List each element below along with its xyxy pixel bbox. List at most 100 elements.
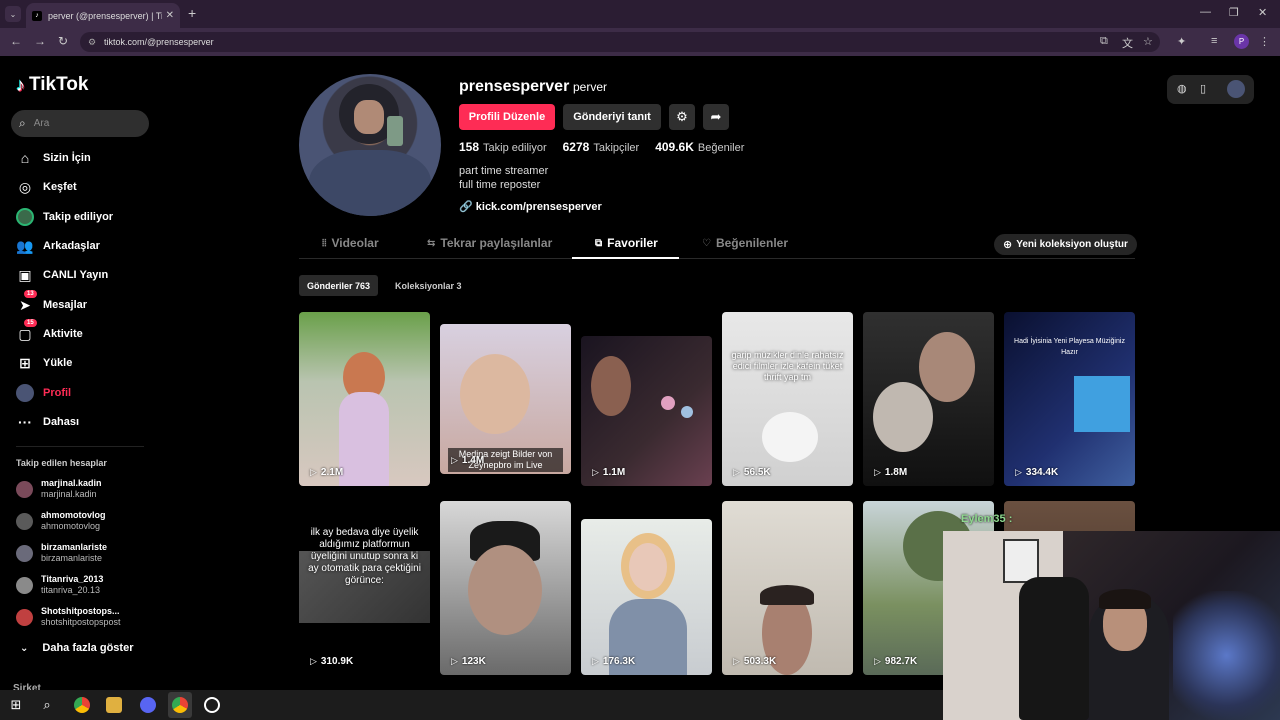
site-info-icon[interactable]: ⚙: [88, 37, 96, 48]
cam-streamer-hair: [1099, 589, 1151, 609]
video-thumbnail[interactable]: Hadi İyisinia Yeni Playesa Müziğiniz Haz…: [1004, 312, 1135, 486]
subtab-posts[interactable]: Gönderiler 763: [299, 275, 379, 296]
avatar-phone: [387, 116, 403, 146]
reload-icon[interactable]: ↻: [58, 34, 68, 48]
thumb-light: [681, 406, 693, 418]
thumb-hair: [760, 585, 814, 605]
followed-account[interactable]: birzamanlariste birzamanlariste: [16, 542, 107, 564]
tab-liked[interactable]: ♡ Beğenilenler: [702, 236, 788, 250]
logo-text: TikTok: [29, 74, 89, 95]
share-icon[interactable]: ➦: [703, 104, 729, 130]
search-input[interactable]: ⌕ Ara: [11, 110, 149, 137]
nav-item-activity[interactable]: ▢ 15 Aktivite: [15, 319, 83, 344]
windows-start-icon[interactable]: ⊞: [8, 697, 24, 713]
video-thumbnail[interactable]: Medina zeigt Bilder von Zeynepbro im Liv…: [440, 324, 571, 474]
video-thumbnail[interactable]: ▷ 176.3K: [581, 519, 712, 675]
tiktok-logo[interactable]: ♪ TikTok: [16, 74, 88, 96]
likes-count: 409.6K: [655, 140, 694, 154]
view-count: ▷ 334.4K: [1015, 467, 1058, 478]
followed-account[interactable]: ahmomotovlog ahmomotovlog: [16, 510, 106, 532]
followed-account[interactable]: Titanriva_2013 titanriva_20.13: [16, 574, 103, 596]
following-stat[interactable]: 158 Takip ediliyor: [459, 140, 547, 154]
edit-profile-button[interactable]: Profili Düzenle: [459, 104, 555, 130]
minimize-icon[interactable]: —: [1200, 6, 1211, 18]
plus-circle-icon: ⊕: [1003, 239, 1013, 251]
nav-item-live[interactable]: ▣ CANLI Yayın: [15, 265, 108, 285]
tab-search-chevron-icon[interactable]: ⌄: [5, 6, 21, 22]
extensions-icon[interactable]: ✦: [1177, 35, 1186, 48]
translate-icon[interactable]: 文: [1122, 35, 1133, 51]
browser-profile-avatar[interactable]: P: [1234, 34, 1249, 49]
search-icon[interactable]: ⌕: [39, 697, 55, 713]
tab-favorites[interactable]: ⧉ Favoriler: [595, 236, 658, 250]
account-name: birzamanlariste: [41, 542, 108, 552]
video-thumbnail[interactable]: garip müzikler dinle rahatsız edici film…: [722, 312, 853, 486]
reading-list-icon[interactable]: ≡: [1211, 35, 1217, 47]
new-tab-button[interactable]: +: [188, 5, 196, 21]
tab-videos[interactable]: ⦙⦙ Videolar: [322, 236, 379, 250]
video-thumbnail[interactable]: ▷ 2.1M: [299, 312, 430, 486]
nav-item-for-you[interactable]: ⌂ Sizin İçin: [15, 148, 91, 168]
thumb-figure: [873, 382, 933, 452]
play-icon: ▷: [1015, 467, 1022, 477]
nav-label: Sizin İçin: [43, 152, 91, 164]
restore-icon[interactable]: ❐: [1229, 6, 1239, 19]
bookmark-star-icon[interactable]: ☆: [1143, 35, 1153, 48]
tiktok-favicon-icon: ♪: [32, 10, 42, 21]
nav-item-upload[interactable]: ⊞ Yükle: [15, 353, 72, 373]
play-icon: ▷: [310, 467, 317, 477]
back-icon[interactable]: ←: [10, 34, 22, 48]
play-icon: ▷: [874, 467, 881, 477]
friends-icon: 👥: [16, 237, 34, 254]
nav-item-explore[interactable]: ◎ Keşfet: [15, 177, 77, 197]
nav-item-messages[interactable]: ➤ 13 Mesajlar: [15, 290, 87, 315]
nav-item-following[interactable]: Takip ediliyor: [15, 207, 113, 227]
file-explorer-icon[interactable]: [106, 697, 122, 713]
account-name: Titanriva_2013: [41, 574, 104, 584]
followed-account[interactable]: Shotshitpostops... shotshitpostopspost: [16, 606, 121, 628]
nav-label: Dahası: [43, 416, 80, 428]
settings-gear-icon[interactable]: ⚙: [669, 104, 695, 130]
forward-icon[interactable]: →: [34, 34, 46, 48]
followers-stat[interactable]: 6278 Takipçiler: [563, 140, 640, 154]
new-collection-button[interactable]: ⊕ Yeni koleksiyon oluştur: [994, 234, 1137, 255]
view-count-text: 334.4K: [1025, 467, 1059, 478]
browser-tab[interactable]: ♪ perver (@prensesperver) | TikTok ✕: [26, 3, 180, 28]
discord-icon[interactable]: [140, 697, 156, 713]
install-app-icon[interactable]: ⧉: [1100, 35, 1108, 48]
get-app-icon[interactable]: ▯: [1200, 82, 1206, 95]
obs-icon[interactable]: [204, 697, 220, 713]
followed-account[interactable]: marjinal.kadin marjinal.kadin: [16, 478, 102, 500]
subtab-collections[interactable]: Koleksiyonlar 3: [387, 275, 470, 296]
menu-dots-icon[interactable]: ⋮: [1259, 35, 1270, 48]
account-handle: shotshitpostopspost: [41, 617, 121, 627]
following-accounts-header: Takip edilen hesaplar: [16, 458, 107, 468]
view-count: ▷ 123K: [451, 656, 486, 667]
profile-stats: 158 Takip ediliyor 6278 Takipçiler 409.6K B…: [459, 140, 760, 154]
profile-link[interactable]: 🔗 kick.com/prensesperver: [459, 200, 602, 213]
video-thumbnail[interactable]: ▷ 123K: [440, 501, 571, 675]
chrome-icon[interactable]: [74, 697, 90, 713]
see-more-accounts-button[interactable]: ⌄ Daha fazla göster: [20, 642, 133, 654]
video-thumbnail[interactable]: ▷ 503.3K: [722, 501, 853, 675]
live-icon: ▣: [18, 266, 32, 283]
nav-item-friends[interactable]: 👥 Arkadaşlar: [15, 236, 100, 256]
search-placeholder: Ara: [33, 118, 50, 129]
profile-avatar[interactable]: [299, 74, 441, 216]
video-thumbnail[interactable]: ilk ay bedava diye üyelik aldığımız plat…: [299, 501, 430, 675]
close-window-icon[interactable]: ✕: [1258, 6, 1267, 19]
promote-post-button[interactable]: Gönderiyi tanıt: [563, 104, 661, 130]
video-thumbnail[interactable]: ▷ 1.1M: [581, 336, 712, 486]
url-bar[interactable]: ⚙ tiktok.com/@prensesperver: [80, 32, 1160, 52]
nav-item-more[interactable]: ··· Dahası: [15, 412, 79, 432]
tab-label: Beğenilenler: [715, 236, 788, 250]
tab-reposts[interactable]: ⇆ Tekrar paylaşılanlar: [427, 236, 552, 250]
user-avatar-icon[interactable]: [1227, 80, 1245, 98]
tab-close-icon[interactable]: ✕: [166, 10, 174, 21]
heart-icon: ♡: [702, 237, 711, 249]
video-thumbnail[interactable]: ▷ 1.8M: [863, 312, 994, 486]
view-count: ▷ 503.3K: [733, 656, 776, 667]
creator-tools-icon[interactable]: ◍: [1177, 82, 1187, 95]
nav-item-profile[interactable]: Profil: [15, 383, 71, 403]
chrome-active-icon[interactable]: [172, 697, 188, 713]
